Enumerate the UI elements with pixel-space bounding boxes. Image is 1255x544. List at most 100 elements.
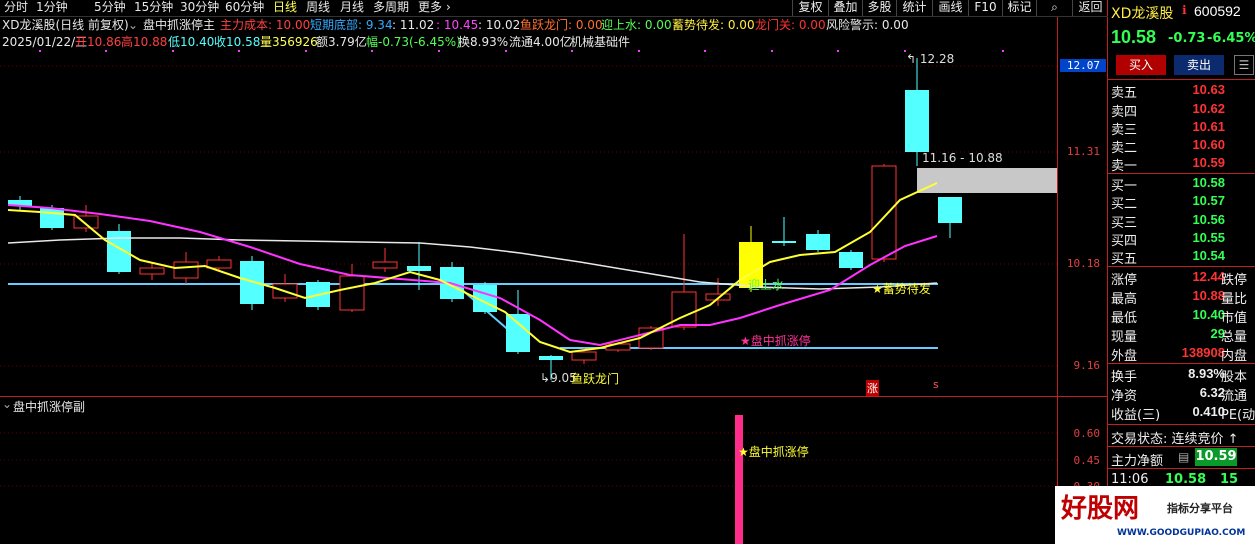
watermark-title: 好股网 [1061,494,1140,524]
stat-label: PE(动) [1221,408,1255,423]
main-chart[interactable] [0,0,1108,544]
stat-label: 涨停 [1111,273,1138,288]
candle-body [407,266,431,271]
stat-label: 市值 [1221,311,1248,326]
candle-body [372,261,398,269]
stat-row: 净资 6.32 流通 [1108,385,1255,404]
tick-time: 11:06 [1111,472,1149,487]
bid-price: 10.55 [1192,230,1225,245]
candle-body [339,275,365,311]
price-axis-label: 11.31 [1066,145,1100,158]
ask-row[interactable]: 卖二 10.60 [1108,137,1255,156]
ask-row[interactable]: 卖四 10.62 [1108,101,1255,120]
stat-label: 换手 [1111,370,1138,385]
candle-body [571,351,597,361]
trade-status: 交易状态: 连续竞价 ↑ [1111,432,1239,447]
bid-price: 10.54 [1192,248,1225,263]
candle-body [671,291,697,328]
stat-label: 内盘 [1221,349,1248,364]
bid-row[interactable]: 买五 10.54 [1108,248,1255,267]
ask-price: 10.60 [1192,137,1225,152]
bid-row[interactable]: 买一 10.58 [1108,175,1255,194]
sub-limit-up-label: ★盘中抓涨停 [738,445,809,459]
stat-label: 最高 [1111,292,1138,307]
stat-label: 跌停 [1221,273,1248,288]
marker-row [39,50,1004,52]
candle-body [206,259,232,269]
resistance-zone [917,168,1057,193]
sell-button[interactable]: 卖出 [1174,55,1224,75]
ask-price: 10.62 [1192,101,1225,116]
candle-body [40,208,64,228]
stat-label: 量比 [1221,292,1248,307]
ask-label: 卖二 [1111,141,1138,156]
stat-row: 涨停 12.44 跌停 [1108,269,1255,288]
stat-row: 现量 29 总量 [1108,326,1255,345]
candle-body [539,356,563,360]
welcome-signal-label: 迎上水 [748,278,785,292]
stat-label: 总量 [1221,330,1248,345]
ask-row[interactable]: 卖一 10.59 [1108,155,1255,174]
limit-up-signal-bar [735,415,743,544]
menu-icon[interactable]: ☰ [1234,55,1254,75]
ask-label: 卖一 [1111,159,1138,174]
stat-row: 最低 10.40 市值 [1108,307,1255,326]
price-axis-label: 10.18 [1066,257,1100,270]
stat-value: 138908 [1181,345,1225,360]
bid-price: 10.57 [1192,193,1225,208]
buy-button[interactable]: 买入 [1116,55,1166,75]
high-price-value: 12.28 [919,52,955,66]
stock-code: 600592 [1194,3,1241,19]
chevron-down-icon[interactable]: ⌄ [2,397,12,411]
candle-body [506,314,530,352]
main-net-value: 10.59 [1195,448,1237,466]
bid-price: 10.56 [1192,212,1225,227]
candle-body [871,165,897,260]
high-price-label: ↰ 12.28 [906,52,955,66]
candle-body [139,267,165,275]
bid-label: 买五 [1111,252,1138,267]
sub-axis-label: 0.45 [1073,454,1101,467]
range-label: 11.16 - 10.88 [922,151,1003,165]
candle-body [839,252,863,268]
sub-axis-label: 0.60 [1073,427,1101,440]
candle-body [240,261,264,304]
stock-name: XD龙溪股 [1111,6,1174,22]
stat-value: 8.93% [1188,366,1225,381]
ask-label: 卖三 [1111,123,1138,138]
candle-body [905,90,929,152]
stat-label: 股本 [1221,370,1248,385]
stat-row: 外盘 138908 内盘 [1108,345,1255,364]
stat-label: 现量 [1111,330,1138,345]
tick-price: 10.58 [1165,472,1207,487]
ma-magenta [7,204,938,347]
price-axis-label: 12.07 [1060,59,1106,72]
sub-indicator-title[interactable]: 盘中抓涨停副 [13,398,85,415]
ask-price: 10.61 [1192,119,1225,134]
bid-label: 买一 [1111,179,1138,194]
bid-row[interactable]: 买四 10.55 [1108,230,1255,249]
current-price: 10.58 [1111,27,1157,47]
info-icon[interactable]: ℹ [1182,3,1187,17]
candles [8,58,962,380]
doc-icon[interactable]: ▤ [1178,450,1189,464]
tick-volume: 15 [1220,472,1239,487]
main-net-label: 主力净额 [1111,454,1164,469]
candle-body [107,231,131,272]
zhang-marker: 涨 [866,380,879,396]
price-change-pct: -6.45% [1207,31,1255,46]
candle-body [772,241,796,243]
ask-row[interactable]: 卖五 10.63 [1108,82,1255,101]
ask-price: 10.59 [1192,155,1225,170]
stat-label: 流通 [1221,389,1248,404]
ask-label: 卖五 [1111,86,1138,101]
accum-signal-label: ★蓄势待发 [872,282,931,296]
bid-row[interactable]: 买二 10.57 [1108,193,1255,212]
bid-price: 10.58 [1192,175,1225,190]
bid-label: 买四 [1111,234,1138,249]
bid-row[interactable]: 买三 10.56 [1108,212,1255,231]
fish-signal-label: 鱼跃龙门 [571,372,620,386]
bid-label: 买二 [1111,197,1138,212]
stat-label: 净资 [1111,389,1138,404]
ask-row[interactable]: 卖三 10.61 [1108,119,1255,138]
